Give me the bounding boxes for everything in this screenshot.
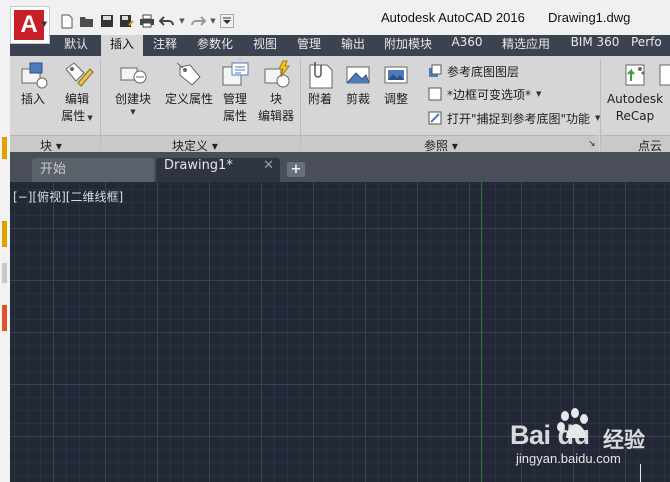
quick-access-toolbar: ▼ ▼ [58,11,234,31]
autodesk-recap-button[interactable]: Autodesk ReCap [604,59,666,125]
new-file-icon[interactable] [58,13,75,30]
clip-label: 剪裁 [345,92,370,106]
save-icon[interactable] [98,13,115,30]
adjust-icon [379,59,413,91]
tab-output[interactable]: 输出 [335,35,371,56]
save-as-icon[interactable] [118,13,135,30]
point-cloud-icon [658,59,670,91]
edge-marker [2,305,7,331]
ribbon-panel: 块 ▾ 块定义 ▾ 参照 ▾ ↘ 点云 插入 编辑 属性 ▼ 创建块 ▼ 定义属… [10,56,670,153]
underlay-layers-icon [428,64,442,78]
tab-default[interactable]: 默认 [56,35,96,56]
chevron-down-icon: ▼ [85,114,93,122]
redo-icon[interactable] [189,13,206,30]
edge-marker [2,263,7,283]
tab-bim360[interactable]: BIM 360 [565,35,625,56]
edge-marker [2,221,7,247]
chevron-down-icon: ▼ [536,90,542,98]
attach-label: 附着 [307,92,332,106]
clip-button[interactable]: 剪裁 [340,59,376,108]
block-editor-icon [259,59,293,91]
point-cloud-extra-button[interactable] [658,59,670,91]
edit-attr-label-2: 属性 ▼ [61,109,93,123]
drawing-tab-label: Drawing1* [164,158,233,173]
block-editor-label-1: 块 [269,92,282,106]
frames-vary-button[interactable]: *边框可变选项* ▼ [428,84,541,104]
chevron-down-icon: ▼ [41,20,47,28]
block-editor-button[interactable]: 块 编辑器 [254,59,298,125]
tab-performance[interactable]: Perfo [631,35,670,56]
page-edge-strip [0,0,10,482]
insert-block-button[interactable]: 插入 [14,59,52,108]
create-block-button[interactable]: 创建块 ▼ [110,59,156,117]
underlay-layers-label: 参考底图图层 [447,64,520,79]
frame-icon [428,87,442,101]
recap-label-1: Autodesk [606,92,664,106]
snap-to-underlays-button[interactable]: 打开"捕捉到参考底图"功能 ▼ [428,108,600,128]
block-editor-label-2: 编辑器 [257,109,294,123]
define-attributes-button[interactable]: 定义属性 [162,59,216,108]
frames-vary-label: *边框可变选项* [447,87,532,102]
edit-attributes-button[interactable]: 编辑 属性 ▼ [54,59,100,125]
clip-icon [341,59,375,91]
snap-underlay-icon [428,111,442,125]
manage-attributes-button[interactable]: 管理 属性 [218,59,252,125]
viewport-controls[interactable]: [−][俯视][二维线框] [13,188,123,205]
recap-icon [618,59,652,91]
edit-attribute-icon [60,59,94,91]
document-title: Drawing1.dwg [548,10,631,25]
attach-paperclip-icon [303,59,337,91]
undo-icon[interactable] [158,13,175,30]
redo-dropdown-icon[interactable]: ▼ [209,17,217,25]
define-attr-label: 定义属性 [164,92,213,106]
baidu-logo: Bai du [510,420,590,450]
insert-label: 插入 [20,92,45,106]
create-block-icon [116,59,150,91]
insert-block-icon [16,59,50,91]
close-icon[interactable]: ✕ [263,158,274,173]
edit-attr-label-1: 编辑 [64,92,89,106]
file-tab-bar: 开始 Drawing1* ✕ + [10,152,670,182]
watermark-url: jingyan.baidu.com [516,451,621,466]
manage-attr-label-2: 属性 [222,109,247,123]
edge-marker [2,137,7,159]
tab-featured-apps[interactable]: 精选应用 [497,35,555,56]
dialog-launcher-icon[interactable]: ↘ [588,139,596,149]
attach-button[interactable]: 附着 [302,59,338,108]
tab-insert[interactable]: 插入 [101,35,143,57]
manage-attribute-icon [218,59,252,91]
underlay-layers-button[interactable]: 参考底图图层 [428,61,519,81]
manage-attr-label-1: 管理 [222,92,247,106]
tab-annotate[interactable]: 注释 [147,35,183,56]
tab-a360[interactable]: A360 [447,35,487,56]
tab-manage[interactable]: 管理 [291,35,327,56]
create-block-label: 创建块 [114,92,151,106]
ribbon-tab-bar: 默认 插入 注释 参数化 视图 管理 输出 附加模块 A360 精选应用 BIM… [10,35,670,57]
tab-drawing1[interactable]: Drawing1* ✕ [156,158,280,182]
new-tab-button[interactable]: + [287,162,305,177]
tab-start[interactable]: 开始 [32,158,154,182]
adjust-button[interactable]: 调整 [378,59,414,108]
print-icon[interactable] [138,13,155,30]
tab-parametric[interactable]: 参数化 [191,35,239,56]
snap-underlay-label: 打开"捕捉到参考底图"功能 [447,111,591,126]
undo-dropdown-icon[interactable]: ▼ [178,17,186,25]
app-title: Autodesk AutoCAD 2016 [381,10,525,25]
baidu-watermark: Bai du 经验 jingyan.baidu.com [510,408,670,482]
tab-addins[interactable]: 附加模块 [379,35,437,56]
chevron-down-icon: ▼ [595,114,601,122]
open-folder-icon[interactable] [78,13,95,30]
y-axis-line [481,182,482,482]
chevron-down-icon: ▼ [130,108,136,116]
jingyan-text: 经验 [603,428,645,452]
autocad-logo-icon: A [14,10,44,40]
adjust-label: 调整 [383,92,408,106]
tag-icon [172,59,206,91]
tab-view[interactable]: 视图 [247,35,283,56]
customize-dropdown-icon[interactable] [220,14,234,28]
application-menu-button[interactable]: A ▼ [10,6,50,44]
title-bar: A ▼ ▼ ▼ Autodesk AutoCAD 2016 Drawing1.d… [10,0,670,44]
recap-label-2: ReCap [615,109,655,123]
